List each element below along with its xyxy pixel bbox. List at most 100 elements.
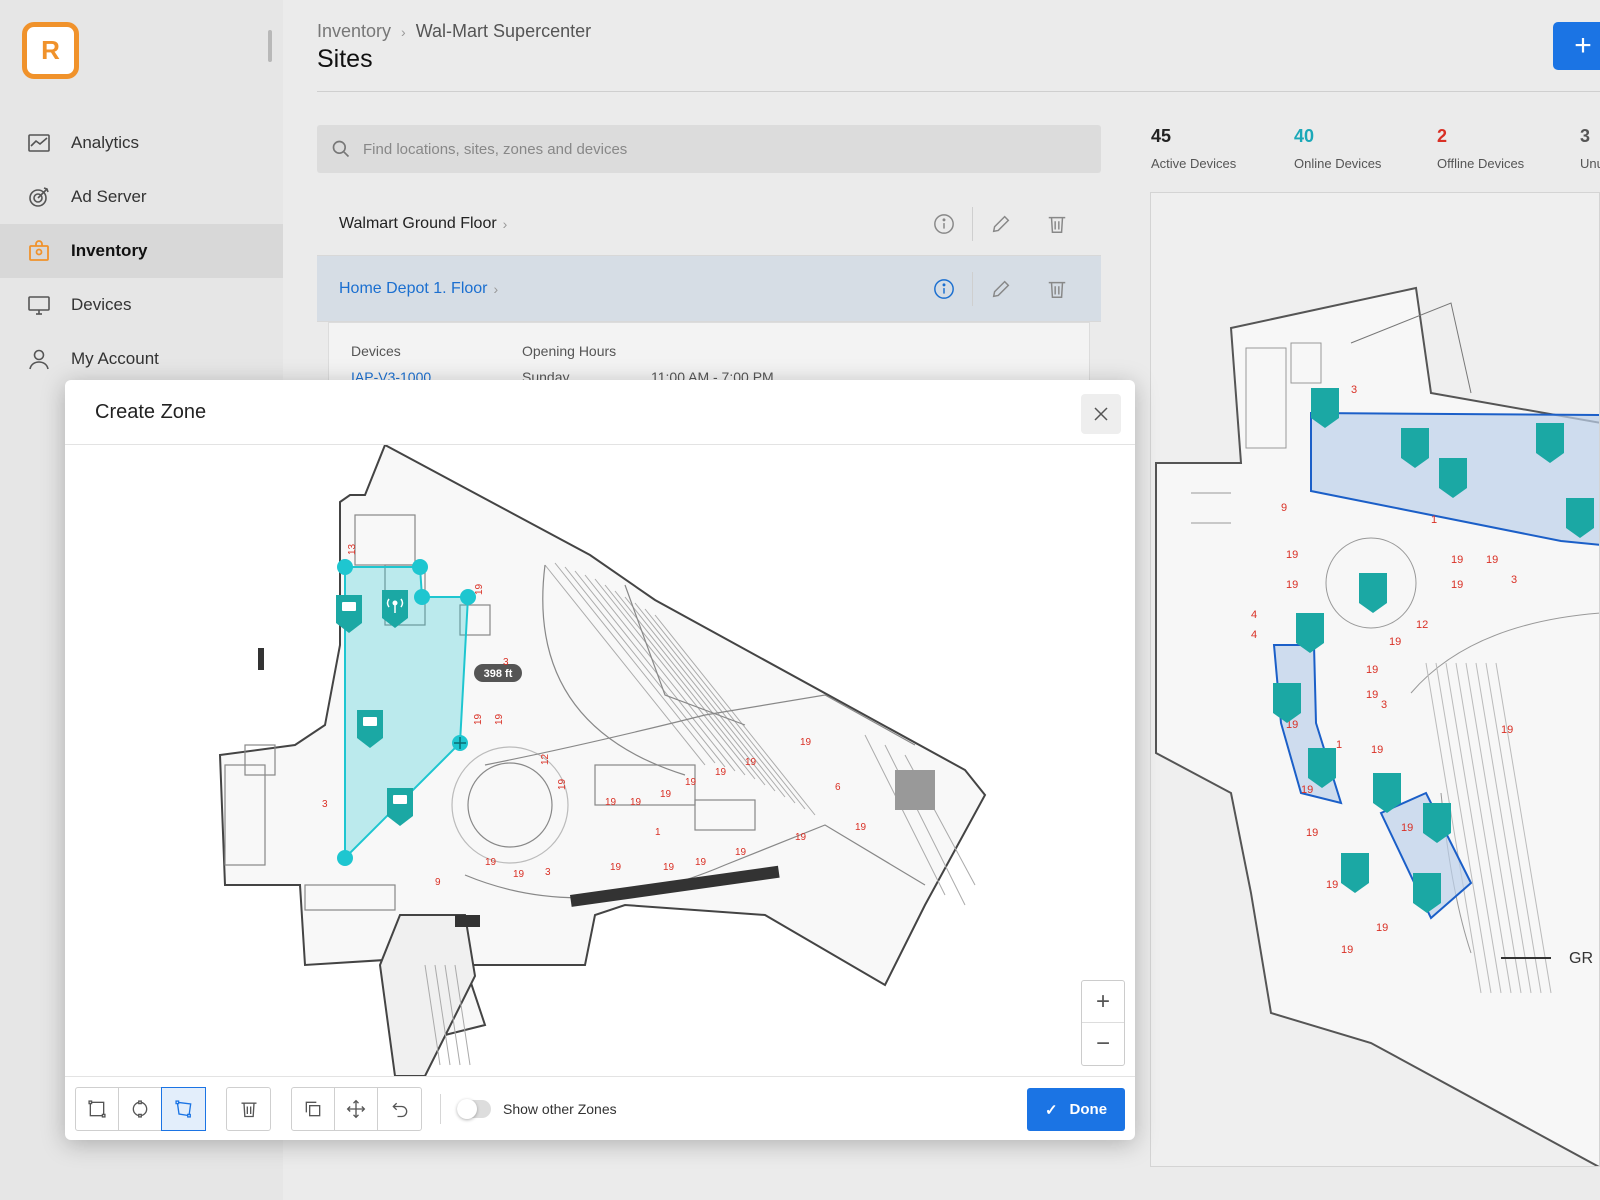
sidebar-item-ad-server[interactable]: Ad Server xyxy=(0,170,283,224)
svg-text:19: 19 xyxy=(795,832,807,843)
site-floor-map[interactable]: 391 19 19 19 19 19 3 4 4 19 12 19 19 19 19 1 19 19 1… xyxy=(1150,192,1600,1167)
svg-text:19: 19 xyxy=(605,797,617,808)
svg-text:19: 19 xyxy=(735,847,747,858)
sidebar-item-label: Inventory xyxy=(71,241,148,260)
site-row-walmart[interactable]: Walmart Ground Floor › xyxy=(317,192,1101,256)
stat-label: Offline Devices xyxy=(1437,156,1525,171)
breadcrumb-inventory[interactable]: Inventory xyxy=(317,21,391,42)
close-button[interactable] xyxy=(1081,394,1121,434)
stat-offline: 2 Offline Devices xyxy=(1437,126,1580,171)
svg-text:12: 12 xyxy=(1416,619,1428,631)
site-name[interactable]: Home Depot 1. Floor xyxy=(339,280,488,298)
stat-value: 40 xyxy=(1294,126,1315,146)
zoom-out-button[interactable]: − xyxy=(1082,1023,1124,1065)
sidebar-item-label: My Account xyxy=(71,349,159,368)
svg-text:1: 1 xyxy=(1431,514,1437,526)
delete-zone-tool[interactable] xyxy=(227,1088,270,1130)
zone-toolbar: Show other Zones ✓ Done xyxy=(65,1076,1135,1140)
svg-text:19: 19 xyxy=(800,737,812,748)
sidebar-item-label: Analytics xyxy=(71,133,140,152)
svg-text:19: 19 xyxy=(1341,944,1353,956)
svg-text:19: 19 xyxy=(513,869,525,880)
move-tool[interactable] xyxy=(335,1087,378,1130)
floor-plan-map: 391 191919 19193 4419 121919 19191 19191… xyxy=(1155,286,1599,1166)
svg-text:19: 19 xyxy=(1376,922,1388,934)
svg-text:19: 19 xyxy=(1389,636,1401,648)
svg-text:1: 1 xyxy=(1336,739,1342,751)
app-logo[interactable]: R xyxy=(22,22,79,79)
header-divider xyxy=(317,91,1600,92)
search-bar xyxy=(317,125,1101,173)
show-other-zones-toggle[interactable] xyxy=(457,1098,491,1119)
svg-text:19: 19 xyxy=(473,713,484,725)
trash-icon[interactable] xyxy=(1029,278,1085,300)
zoom-in-button[interactable]: + xyxy=(1082,981,1124,1023)
svg-text:19: 19 xyxy=(474,583,485,595)
edit-icon[interactable] xyxy=(973,213,1029,235)
zone-editor-canvas[interactable]: 398 ft 13 19 3 19 19 12 19 19 19 19 19 19 1… xyxy=(65,445,1135,1076)
rectangle-tool[interactable] xyxy=(76,1087,119,1130)
modal-header: Create Zone xyxy=(65,380,1135,445)
sidebar-collapse-handle[interactable] xyxy=(268,30,272,62)
target-icon xyxy=(27,185,51,209)
devices-label: Devices xyxy=(351,343,401,359)
svg-text:19: 19 xyxy=(660,789,672,800)
circle-tool[interactable] xyxy=(119,1087,162,1130)
row-actions xyxy=(916,256,1085,321)
distance-badge: 398 ft xyxy=(484,668,513,680)
breadcrumb: Inventory › Wal-Mart Supercenter xyxy=(317,21,591,42)
sidebar-nav: Analytics Ad Server Inventory Devices My… xyxy=(0,116,283,386)
sidebar-item-analytics[interactable]: Analytics xyxy=(0,116,283,170)
chart-icon xyxy=(27,131,51,155)
site-detail-card: Devices Opening Hours IAP-V3-1000 Sunday… xyxy=(328,322,1090,385)
done-button[interactable]: ✓ Done xyxy=(1027,1088,1125,1131)
stat-label: Unu xyxy=(1580,156,1600,171)
done-label: Done xyxy=(1069,1101,1108,1118)
search-input[interactable] xyxy=(363,140,1063,158)
chevron-right-icon: › xyxy=(493,280,499,297)
svg-text:19: 19 xyxy=(855,822,867,833)
edit-icon[interactable] xyxy=(973,278,1029,300)
edit-tools xyxy=(291,1086,422,1131)
monitor-icon xyxy=(27,293,51,317)
trash-icon[interactable] xyxy=(1029,213,1085,235)
rectangle-icon xyxy=(88,1099,106,1118)
shape-tools xyxy=(75,1086,206,1131)
stat-unused: 3 Unu xyxy=(1580,126,1600,171)
svg-text:19: 19 xyxy=(1301,784,1313,796)
trash-icon xyxy=(241,1102,256,1117)
floor-plan-editor: 398 ft 13 19 3 19 19 12 19 19 19 1919 191… xyxy=(218,445,987,1076)
svg-text:19: 19 xyxy=(485,857,497,868)
svg-text:19: 19 xyxy=(1326,879,1338,891)
close-icon xyxy=(1094,407,1108,421)
site-row-home-depot[interactable]: Home Depot 1. Floor › xyxy=(317,256,1101,322)
svg-text:19: 19 xyxy=(745,757,757,768)
svg-text:9: 9 xyxy=(1281,502,1287,514)
create-zone-modal: Create Zone 398 ft 13 19 3 19 19 12 19 1… xyxy=(65,380,1135,1140)
svg-text:19: 19 xyxy=(1451,554,1463,566)
svg-text:1: 1 xyxy=(655,827,661,838)
sidebar-item-inventory[interactable]: Inventory xyxy=(0,224,283,278)
circle-icon xyxy=(132,1099,148,1118)
info-icon[interactable] xyxy=(916,278,972,300)
svg-text:3: 3 xyxy=(322,799,328,810)
sidebar-item-my-account[interactable]: My Account xyxy=(0,332,283,386)
inventory-icon xyxy=(27,239,51,263)
undo-tool[interactable] xyxy=(378,1088,421,1130)
copy-icon xyxy=(305,1101,321,1116)
site-name[interactable]: Walmart Ground Floor xyxy=(339,215,497,233)
svg-text:9: 9 xyxy=(435,877,441,888)
info-icon[interactable] xyxy=(916,213,972,235)
toolbar-divider xyxy=(440,1093,441,1124)
svg-text:6: 6 xyxy=(835,782,841,793)
svg-text:19: 19 xyxy=(1451,579,1463,591)
polygon-tool[interactable] xyxy=(161,1086,206,1131)
map-label: GR xyxy=(1569,950,1593,967)
sidebar-item-label: Devices xyxy=(71,295,132,314)
sidebar-item-devices[interactable]: Devices xyxy=(0,278,283,332)
stat-value: 2 xyxy=(1437,126,1448,146)
modal-title: Create Zone xyxy=(95,400,207,423)
copy-tool[interactable] xyxy=(292,1087,335,1130)
add-button[interactable]: + xyxy=(1553,22,1600,70)
svg-text:19: 19 xyxy=(1501,724,1513,736)
